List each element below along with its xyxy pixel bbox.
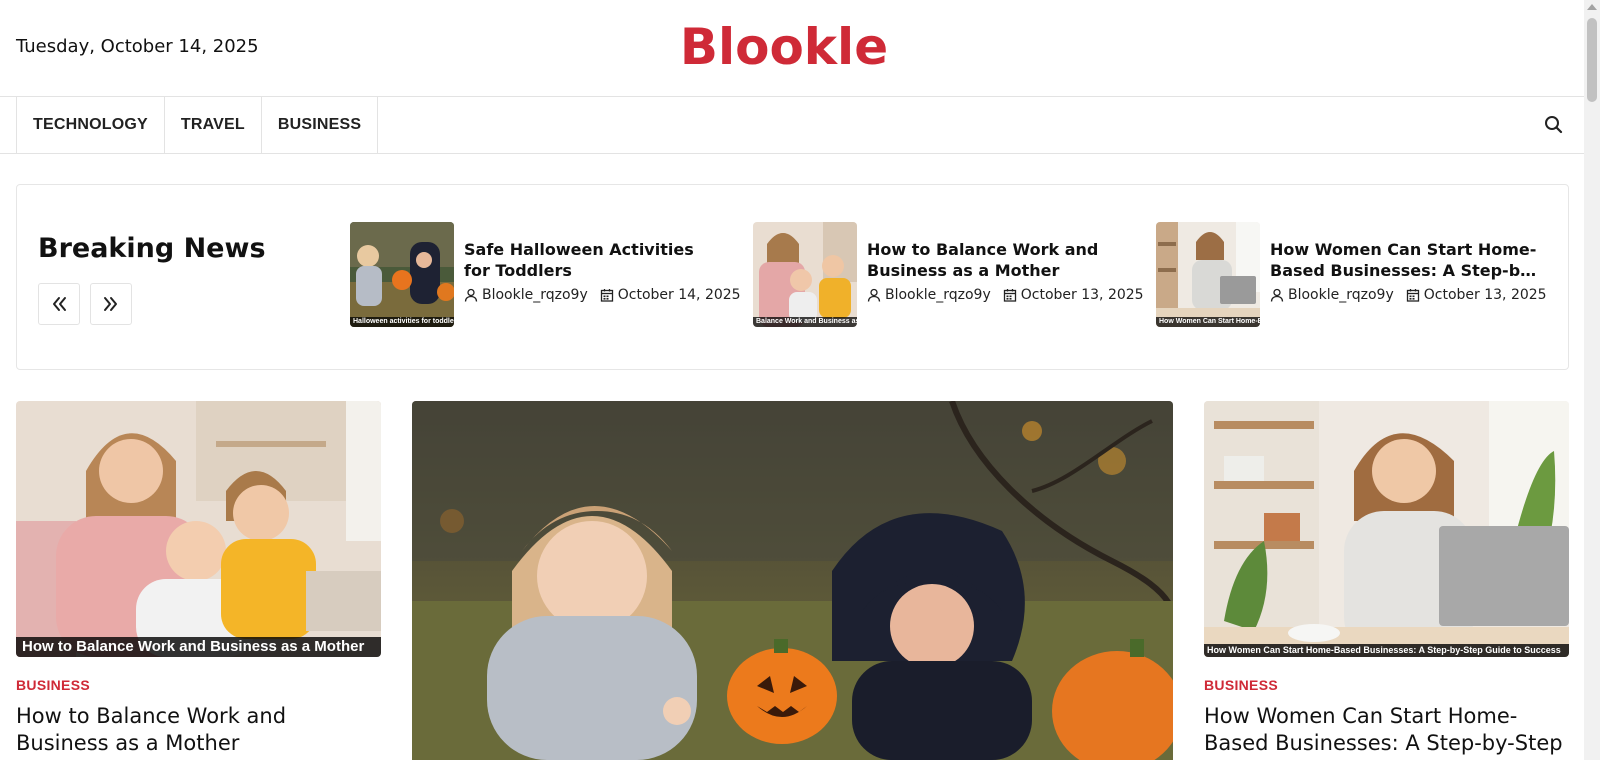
scroll-thumb[interactable] — [1587, 18, 1597, 102]
breaking-item-thumbnail[interactable]: Halloween activities for toddlers — [350, 222, 454, 327]
post-date: October 13, 2025 — [1423, 287, 1547, 303]
calendar-icon — [600, 289, 613, 302]
scroll-up-arrow-icon[interactable] — [1587, 4, 1597, 10]
post-date: October 14, 2025 — [617, 287, 741, 303]
featured-article-image[interactable] — [412, 401, 1173, 760]
breaking-item-meta: Blookle_rqzo9y October 14, 2025 — [464, 287, 741, 303]
breaking-item-title[interactable]: Safe Halloween Activities for Toddlers — [464, 239, 724, 281]
breaking-item-title[interactable]: How to Balance Work and Business as a Mo… — [867, 239, 1127, 281]
search-button[interactable] — [1542, 113, 1566, 137]
post-date: October 13, 2025 — [1020, 287, 1144, 303]
main-nav: TECHNOLOGY TRAVEL BUSINESS — [0, 97, 1584, 154]
page-scrollbar[interactable] — [1584, 0, 1600, 760]
halloween-toddlers-image — [412, 401, 1173, 760]
breaking-news-section: Breaking News Halloween activities for t… — [16, 184, 1569, 370]
site-logo[interactable]: Blookle — [0, 18, 1584, 76]
thumbnail-caption: Halloween activities for toddlers — [350, 317, 454, 327]
breaking-item-title[interactable]: How Women Can Start Home-Based Businesse… — [1270, 239, 1540, 281]
breaking-item-text: Safe Halloween Activities for Toddlers B… — [464, 239, 741, 303]
site-header: Tuesday, October 14, 2025 Blookle — [0, 0, 1584, 97]
search-icon[interactable] — [1542, 113, 1566, 137]
breaking-item-meta: Blookle_rqzo9y October 13, 2025 — [867, 287, 1144, 303]
breaking-item-meta: Blookle_rqzo9y October 13, 2025 — [1270, 287, 1547, 303]
article-card-right[interactable]: How Women Can Start Home-Based Businesse… — [1204, 401, 1569, 760]
breaking-news-title: Breaking News — [38, 233, 266, 264]
article-image-caption: How to Balance Work and Business as a Mo… — [16, 637, 381, 657]
calendar-icon — [1003, 289, 1016, 302]
woman-laptop-image — [1156, 222, 1260, 327]
article-title[interactable]: How to Balance Work and Business as a Mo… — [16, 703, 381, 757]
breaking-item-thumbnail[interactable]: How Women Can Start Home-Based Businesse… — [1156, 222, 1260, 327]
woman-laptop-image — [1204, 401, 1569, 657]
user-icon — [867, 288, 881, 302]
double-chevron-left-icon[interactable] — [50, 295, 68, 313]
article-title[interactable]: How Women Can Start Home-Based Businesse… — [1204, 703, 1569, 760]
nav-menu: TECHNOLOGY TRAVEL BUSINESS — [16, 97, 379, 153]
breaking-item[interactable]: How Women Can Start Home-Based Businesse… — [1156, 222, 1556, 327]
breaking-item[interactable]: Halloween activities for toddlers Safe H… — [350, 222, 741, 327]
mother-children-image — [753, 222, 857, 327]
article-category[interactable]: BUSINESS — [1204, 677, 1569, 693]
author-name[interactable]: Blookle_rqzo9y — [885, 287, 991, 303]
article-image-caption: How Women Can Start Home-Based Businesse… — [1204, 644, 1569, 657]
nav-item-business[interactable]: BUSINESS — [262, 97, 379, 153]
breaking-item-thumbnail[interactable]: Balance Work and Business as a Mother — [753, 222, 857, 327]
author-name[interactable]: Blookle_rqzo9y — [482, 287, 588, 303]
article-card-image[interactable]: How Women Can Start Home-Based Businesse… — [1204, 401, 1569, 657]
user-icon — [464, 288, 478, 302]
thumbnail-caption: How Women Can Start Home-Based Businesse… — [1156, 317, 1260, 327]
double-chevron-right-icon[interactable] — [102, 295, 120, 313]
article-category[interactable]: BUSINESS — [16, 677, 381, 693]
breaking-next-button[interactable] — [90, 283, 132, 325]
breaking-prev-button[interactable] — [38, 283, 80, 325]
author-name[interactable]: Blookle_rqzo9y — [1288, 287, 1394, 303]
breaking-item-text: How Women Can Start Home-Based Businesse… — [1270, 239, 1547, 303]
site-logo-text[interactable]: Blookle — [680, 18, 888, 76]
calendar-icon — [1406, 289, 1419, 302]
breaking-item[interactable]: Balance Work and Business as a Mother Ho… — [753, 222, 1144, 327]
article-card-image[interactable]: How to Balance Work and Business as a Mo… — [16, 401, 381, 657]
user-icon — [1270, 288, 1284, 302]
nav-item-travel[interactable]: TRAVEL — [165, 97, 262, 153]
article-card-left[interactable]: How to Balance Work and Business as a Mo… — [16, 401, 381, 757]
halloween-toddlers-image — [350, 222, 454, 327]
breaking-item-text: How to Balance Work and Business as a Mo… — [867, 239, 1144, 303]
mother-children-image — [16, 401, 381, 657]
nav-item-technology[interactable]: TECHNOLOGY — [17, 97, 165, 153]
thumbnail-caption: Balance Work and Business as a Mother — [753, 317, 857, 327]
